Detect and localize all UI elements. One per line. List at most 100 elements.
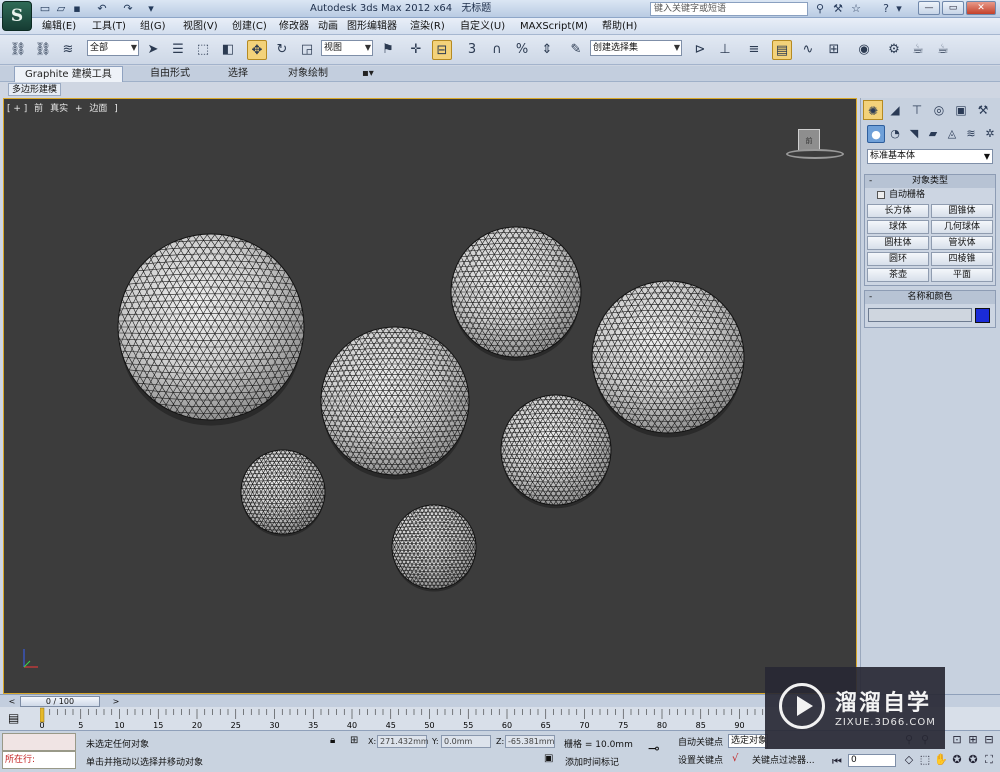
time-slider-prev-icon[interactable]: < [6, 696, 18, 707]
y-coordinate-field[interactable]: 0.0mm [441, 735, 491, 748]
sphere-button[interactable]: 球体 [867, 220, 929, 234]
box-button[interactable]: 长方体 [867, 204, 929, 218]
geometry-type-dropdown[interactable]: 标准基本体 ▼ [867, 149, 993, 164]
scene-geospheres[interactable] [4, 99, 857, 694]
motion-panel-tab-icon[interactable]: ◎ [929, 100, 949, 120]
add-time-tag-button[interactable]: 添加时间标记 [565, 755, 619, 768]
menu-rendering[interactable]: 渲染(R) [410, 18, 445, 35]
material-editor-icon[interactable]: ◉ [854, 40, 874, 60]
region-zoom-icon[interactable]: ⬚ [918, 753, 932, 766]
select-and-link-icon[interactable]: ⛓ [8, 40, 28, 60]
ribbon-options-icon[interactable]: ▪▾ [362, 66, 374, 82]
field-of-view-icon[interactable]: ◇ [902, 753, 916, 766]
menu-create[interactable]: 创建(C) [232, 18, 267, 35]
zoom-extents-all-icon[interactable]: ⊞ [966, 733, 980, 746]
set-key-icon[interactable]: ⊸ [648, 741, 660, 757]
pivot-center-icon[interactable]: ⚑ [378, 40, 398, 60]
x-coordinate-field[interactable]: 271.432mm [377, 735, 429, 748]
bind-space-warp-icon[interactable]: ≋ [58, 40, 78, 60]
layer-manager-icon[interactable]: ≡ [744, 40, 764, 60]
menu-animation[interactable]: 动画 [318, 18, 338, 35]
tab-object-paint[interactable]: 对象绘制 [288, 66, 328, 82]
viewcube-compass-ring[interactable] [786, 149, 844, 159]
torus-button[interactable]: 圆环 [867, 252, 929, 266]
set-key-button[interactable]: 设置关键点 [678, 753, 723, 766]
edit-named-selection-icon[interactable]: ✎ [566, 40, 586, 60]
help-dropdown-icon[interactable]: ▾ [894, 2, 904, 16]
sphere-large-left[interactable] [86, 190, 336, 464]
undo-icon[interactable]: ↶ [94, 2, 110, 16]
geosphere-button[interactable]: 几何球体 [931, 220, 993, 234]
favorites-icon[interactable]: ☆ [848, 2, 864, 16]
rendered-frame-icon[interactable]: ☕ [908, 40, 928, 60]
mirror-icon[interactable]: ⊳ [690, 40, 710, 60]
tube-button[interactable]: 管状体 [931, 236, 993, 250]
auto-key-button[interactable]: 自动关键点 [678, 735, 723, 748]
shapes-category-icon[interactable]: ◔ [886, 125, 904, 143]
close-button[interactable]: ✕ [966, 1, 996, 15]
key-mode-icon[interactable]: ⏮ [830, 755, 844, 769]
select-and-move-icon[interactable]: ✥ [247, 40, 267, 60]
save-file-icon[interactable]: ▪ [70, 2, 84, 16]
render-production-icon[interactable]: ☕ [933, 40, 953, 60]
quick-access-dropdown-icon[interactable]: ▾ [144, 2, 158, 16]
curve-editor-icon[interactable]: ∿ [798, 40, 818, 60]
modify-panel-tab-icon[interactable]: ◢ [885, 100, 905, 120]
menu-maxscript[interactable]: MAXScript(M) [520, 18, 588, 35]
select-and-scale-icon[interactable]: ◲ [297, 40, 317, 60]
cone-button[interactable]: 圆锥体 [931, 204, 993, 218]
percent-snap-icon[interactable]: % [512, 40, 532, 60]
menu-views[interactable]: 视图(V) [183, 18, 218, 35]
collapse-icon[interactable]: - [869, 175, 872, 188]
open-file-icon[interactable]: ▱ [54, 2, 68, 16]
cameras-category-icon[interactable]: ▰ [924, 125, 942, 143]
autogrid-checkbox[interactable]: 自动栅格 [865, 188, 995, 202]
space-warps-category-icon[interactable]: ≋ [962, 125, 980, 143]
menu-customize[interactable]: 自定义(U) [460, 18, 505, 35]
front-viewport[interactable]: [ + ] 前 真实 + 边面 ] 前 [3, 98, 857, 694]
align-icon[interactable]: ⊥ [715, 40, 735, 60]
select-and-manipulate-icon[interactable]: ✛ [406, 40, 426, 60]
selection-lock-icon[interactable]: 🔒︎ [330, 735, 335, 746]
new-file-icon[interactable]: ▭ [38, 2, 52, 16]
orbit-subobject-icon[interactable]: ✪ [966, 753, 980, 766]
display-panel-tab-icon[interactable]: ▣ [951, 100, 971, 120]
spinner-snap-icon[interactable]: ⇕ [537, 40, 557, 60]
key-filter-icon[interactable]: √ [732, 753, 738, 764]
tab-graphite-modeling[interactable]: Graphite 建模工具 [14, 66, 123, 82]
pyramid-button[interactable]: 四棱锥 [931, 252, 993, 266]
tab-selection[interactable]: 选择 [228, 66, 248, 82]
keyboard-shortcut-override-icon[interactable]: ⊟ [432, 40, 452, 60]
unlink-icon[interactable]: ⛓ [33, 40, 53, 60]
zoom-extents-icon[interactable]: ⊡ [950, 733, 964, 746]
key-selection-dropdown[interactable]: 选定对象 [728, 734, 768, 748]
timeline-ruler[interactable]: 0 5 10 15 20 25 30 35 40 45 50 55 60 65 70 75 80 85 90 [40, 707, 770, 731]
selection-filter-dropdown[interactable]: 全部 ▼ [87, 40, 139, 56]
maximize-viewport-icon[interactable]: ⛶ [982, 753, 996, 767]
absolute-mode-icon[interactable]: ⊞ [350, 735, 358, 746]
object-name-field[interactable] [868, 308, 972, 322]
hierarchy-panel-tab-icon[interactable]: ⊤ [907, 100, 927, 120]
tab-polygon-modeling[interactable]: 多边形建模 [8, 83, 62, 96]
viewcube-icon[interactable]: 前 [798, 129, 820, 151]
geometry-category-icon[interactable]: ● [867, 125, 885, 143]
teapot-button[interactable]: 茶壶 [867, 268, 929, 282]
redo-icon[interactable]: ↷ [120, 2, 136, 16]
menu-tools[interactable]: 工具(T) [92, 18, 126, 35]
search-input[interactable]: 键入关键字或短语 [650, 2, 808, 16]
key-filters-button[interactable]: 关键点过滤器... [752, 753, 815, 766]
sphere-small-left[interactable] [227, 430, 340, 554]
helpers-category-icon[interactable]: ◬ [943, 125, 961, 143]
z-coordinate-field[interactable]: -65.381mm [505, 735, 555, 748]
object-type-rollout-header[interactable]: - 对象类型 [865, 175, 995, 188]
minimize-button[interactable]: — [918, 1, 940, 15]
snaps-toggle-icon[interactable]: 3 [462, 40, 482, 60]
select-by-name-icon[interactable]: ☰ [168, 40, 188, 60]
cylinder-button[interactable]: 圆柱体 [867, 236, 929, 250]
menu-help[interactable]: 帮助(H) [602, 18, 637, 35]
create-panel-tab-icon[interactable]: ✺ [863, 100, 883, 120]
menu-modifiers[interactable]: 修改器 [279, 18, 309, 35]
menu-group[interactable]: 组(G) [140, 18, 166, 35]
time-tag-icon[interactable]: ▣ [544, 753, 553, 764]
app-logo-icon[interactable]: S [2, 1, 32, 31]
